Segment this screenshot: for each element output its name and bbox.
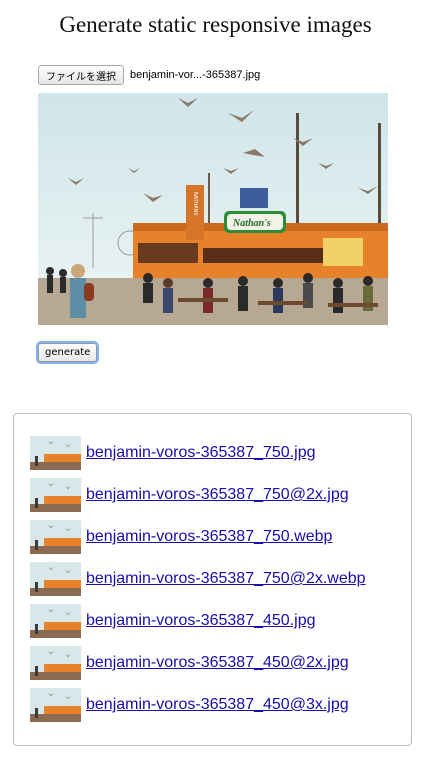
selected-file-name: benjamin-vor...-365387.jpg — [130, 69, 261, 81]
page-title: Generate static responsive images — [59, 12, 372, 37]
result-link[interactable]: benjamin-voros-365387_750@2x.jpg — [86, 486, 349, 504]
result-item: benjamin-voros-365387_750.jpg — [30, 436, 316, 470]
result-thumbnail — [30, 520, 81, 554]
result-item: benjamin-voros-365387_750.webp — [30, 520, 332, 554]
result-thumbnail — [30, 436, 81, 470]
result-thumbnail — [30, 604, 81, 638]
result-link[interactable]: benjamin-voros-365387_450@3x.jpg — [86, 696, 349, 714]
result-item: benjamin-voros-365387_750@2x.webp — [30, 562, 366, 596]
result-item: benjamin-voros-365387_750@2x.jpg — [30, 478, 349, 512]
result-link[interactable]: benjamin-voros-365387_450.jpg — [86, 612, 316, 630]
result-link[interactable]: benjamin-voros-365387_750.webp — [86, 528, 332, 546]
generate-button[interactable]: generate — [38, 343, 98, 362]
result-item: benjamin-voros-365387_450.jpg — [30, 604, 316, 638]
result-thumbnail — [30, 562, 81, 596]
choose-file-button[interactable]: ファイルを選択 — [38, 65, 124, 85]
result-item: benjamin-voros-365387_450@3x.jpg — [30, 688, 349, 722]
preview-image: NATHANS Nathan's — [38, 93, 388, 325]
file-input-row: ファイルを選択 benjamin-vor...-365387.jpg — [38, 65, 260, 85]
result-thumbnail — [30, 478, 81, 512]
result-thumbnail — [30, 646, 81, 680]
result-link[interactable]: benjamin-voros-365387_750.jpg — [86, 444, 316, 462]
result-thumbnail — [30, 688, 81, 722]
results-panel: benjamin-voros-365387_750.jpg benjamin-v… — [13, 413, 412, 746]
result-link[interactable]: benjamin-voros-365387_750@2x.webp — [86, 570, 366, 588]
nathans-sign-text: Nathan's — [232, 218, 271, 229]
result-item: benjamin-voros-365387_450@2x.jpg — [30, 646, 349, 680]
result-link[interactable]: benjamin-voros-365387_450@2x.jpg — [86, 654, 349, 672]
vertical-sign-text: NATHANS — [192, 192, 198, 216]
